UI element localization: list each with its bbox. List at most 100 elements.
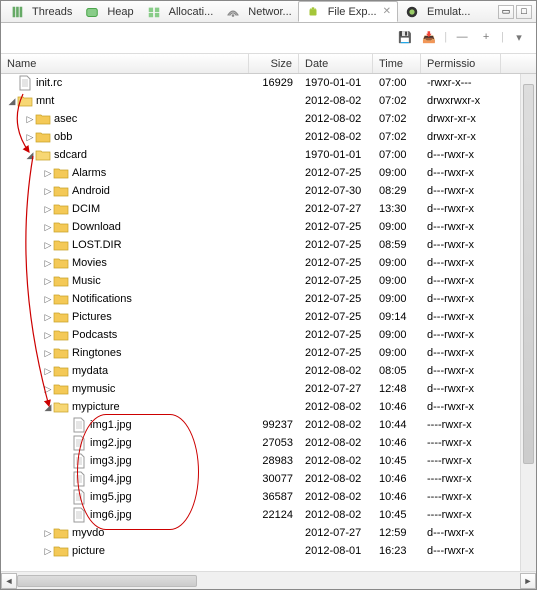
file-date: 2012-07-25	[299, 167, 373, 179]
col-date[interactable]: Date	[299, 54, 373, 73]
col-time[interactable]: Time	[373, 54, 421, 73]
file-time: 09:00	[373, 293, 421, 305]
expander-icon[interactable]: ▷	[43, 276, 53, 287]
close-icon[interactable]: ✕	[383, 6, 391, 17]
folder-icon	[53, 291, 69, 307]
col-size[interactable]: Size	[249, 54, 299, 73]
tab-allocati[interactable]: Allocati...	[140, 1, 220, 22]
expander-icon[interactable]: ▷	[43, 294, 53, 305]
expander-icon[interactable]: ▷	[43, 258, 53, 269]
tree-row[interactable]: img6.jpg221242012-08-0210:45----rwxr-x	[1, 506, 536, 524]
file-name: sdcard	[54, 149, 87, 161]
tab-fileexp[interactable]: File Exp... ✕	[298, 1, 398, 22]
new-folder-button[interactable]: +	[477, 28, 495, 46]
expander-icon[interactable]: ▷	[43, 348, 53, 359]
tree-row[interactable]: ▷Alarms2012-07-2509:00d---rwxr-x	[1, 164, 536, 182]
tree-row[interactable]: ▷Ringtones2012-07-2509:00d---rwxr-x	[1, 344, 536, 362]
file-time: 10:46	[373, 473, 421, 485]
push-file-button[interactable]: 📥	[420, 28, 438, 46]
horizontal-scrollbar[interactable]: ◄ ►	[1, 571, 536, 589]
tree-row[interactable]: ▷mymusic2012-07-2712:48d---rwxr-x	[1, 380, 536, 398]
pull-file-button[interactable]: 💾	[396, 28, 414, 46]
scroll-left-button[interactable]: ◄	[1, 573, 17, 589]
expander-icon[interactable]: ◢	[7, 96, 17, 107]
expander-icon[interactable]: ◢	[25, 150, 35, 161]
minimize-view-button[interactable]: ▭	[498, 5, 514, 19]
tree-row[interactable]: img2.jpg270532012-08-0210:46----rwxr-x	[1, 434, 536, 452]
file-permissions: d---rwxr-x	[421, 347, 501, 359]
file-date: 2012-08-02	[299, 95, 373, 107]
expander-icon[interactable]: ▷	[43, 330, 53, 341]
expander-icon[interactable]: ▷	[43, 312, 53, 323]
tree-row[interactable]: ▷picture2012-08-0116:23d---rwxr-x	[1, 542, 536, 560]
file-table: Name Size Date Time Permissio init.rc169…	[1, 53, 536, 589]
tree-row[interactable]: ▷Music2012-07-2509:00d---rwxr-x	[1, 272, 536, 290]
folder-icon	[35, 111, 51, 127]
delete-button[interactable]: —	[453, 28, 471, 46]
tree-row[interactable]: ▷Movies2012-07-2509:00d---rwxr-x	[1, 254, 536, 272]
file-time: 07:02	[373, 95, 421, 107]
tree-row[interactable]: img4.jpg300772012-08-0210:46----rwxr-x	[1, 470, 536, 488]
file-permissions: ----rwxr-x	[421, 419, 501, 431]
file-date: 2012-07-25	[299, 293, 373, 305]
tree-row[interactable]: ▷Notifications2012-07-2509:00d---rwxr-x	[1, 290, 536, 308]
file-icon	[71, 507, 87, 523]
tab-label: Networ...	[248, 6, 291, 18]
expander-icon[interactable]: ▷	[43, 222, 53, 233]
tree-row[interactable]: ▷myvdo2012-07-2712:59d---rwxr-x	[1, 524, 536, 542]
expander-icon[interactable]: ▷	[43, 384, 53, 395]
col-permissions[interactable]: Permissio	[421, 54, 501, 73]
tree-row[interactable]: ▷asec2012-08-0207:02drwxr-xr-x	[1, 110, 536, 128]
file-icon	[71, 489, 87, 505]
folder-icon	[53, 183, 69, 199]
tree-row[interactable]: init.rc169291970-01-0107:00-rwxr-x---	[1, 74, 536, 92]
file-name: img6.jpg	[90, 509, 132, 521]
file-date: 2012-07-25	[299, 311, 373, 323]
col-name[interactable]: Name	[1, 54, 249, 73]
tree-row[interactable]: img3.jpg289832012-08-0210:45----rwxr-x	[1, 452, 536, 470]
tree-row[interactable]: ◢mypicture2012-08-0210:46d---rwxr-x	[1, 398, 536, 416]
tab-label: File Exp...	[328, 6, 377, 18]
tree-row[interactable]: ▷obb2012-08-0207:02drwxr-xr-x	[1, 128, 536, 146]
expander-icon[interactable]: ▷	[25, 132, 35, 143]
tree-row[interactable]: ▷Download2012-07-2509:00d---rwxr-x	[1, 218, 536, 236]
tab-networ[interactable]: Networ...	[219, 1, 297, 22]
expander-icon[interactable]: ▷	[43, 204, 53, 215]
expander-icon[interactable]: ▷	[25, 114, 35, 125]
file-time: 10:46	[373, 437, 421, 449]
tree-row[interactable]: img5.jpg365872012-08-0210:46----rwxr-x	[1, 488, 536, 506]
scroll-right-button[interactable]: ►	[520, 573, 536, 589]
tab-threads[interactable]: Threads	[3, 1, 78, 22]
tree-row[interactable]: img1.jpg992372012-08-0210:44----rwxr-x	[1, 416, 536, 434]
file-name: Android	[72, 185, 110, 197]
tree-row[interactable]: ◢mnt2012-08-0207:02drwxrwxr-x	[1, 92, 536, 110]
file-permissions: ----rwxr-x	[421, 437, 501, 449]
tab-emulat[interactable]: Emulat...	[398, 1, 476, 22]
tree-row[interactable]: ▷DCIM2012-07-2713:30d---rwxr-x	[1, 200, 536, 218]
tree-row[interactable]: ▷mydata2012-08-0208:05d---rwxr-x	[1, 362, 536, 380]
expander-icon[interactable]: ◢	[43, 402, 53, 413]
expander-icon[interactable]: ▷	[43, 528, 53, 539]
view-tabs: ThreadsHeapAllocati... Networ... File Exp.…	[1, 1, 536, 23]
tree-row[interactable]: ◢sdcard1970-01-0107:00d---rwxr-x	[1, 146, 536, 164]
tree-row[interactable]: ▷Pictures2012-07-2509:14d---rwxr-x	[1, 308, 536, 326]
tree-row[interactable]: ▷Podcasts2012-07-2509:00d---rwxr-x	[1, 326, 536, 344]
expander-icon[interactable]: ▷	[43, 168, 53, 179]
expander-icon[interactable]: ▷	[43, 240, 53, 251]
file-icon	[71, 471, 87, 487]
view-menu-button[interactable]: ▾	[510, 28, 528, 46]
tab-heap[interactable]: Heap	[78, 1, 139, 22]
vertical-scrollbar[interactable]	[520, 74, 536, 571]
tree-row[interactable]: ▷LOST.DIR2012-07-2508:59d---rwxr-x	[1, 236, 536, 254]
expander-icon[interactable]: ▷	[43, 546, 53, 557]
file-time: 09:00	[373, 329, 421, 341]
expander-icon[interactable]: ▷	[43, 186, 53, 197]
file-name: LOST.DIR	[72, 239, 122, 251]
maximize-view-button[interactable]: □	[516, 5, 532, 19]
file-name: mnt	[36, 95, 54, 107]
file-time: 08:29	[373, 185, 421, 197]
file-time: 10:46	[373, 401, 421, 413]
file-time: 08:59	[373, 239, 421, 251]
tree-row[interactable]: ▷Android2012-07-3008:29d---rwxr-x	[1, 182, 536, 200]
expander-icon[interactable]: ▷	[43, 366, 53, 377]
